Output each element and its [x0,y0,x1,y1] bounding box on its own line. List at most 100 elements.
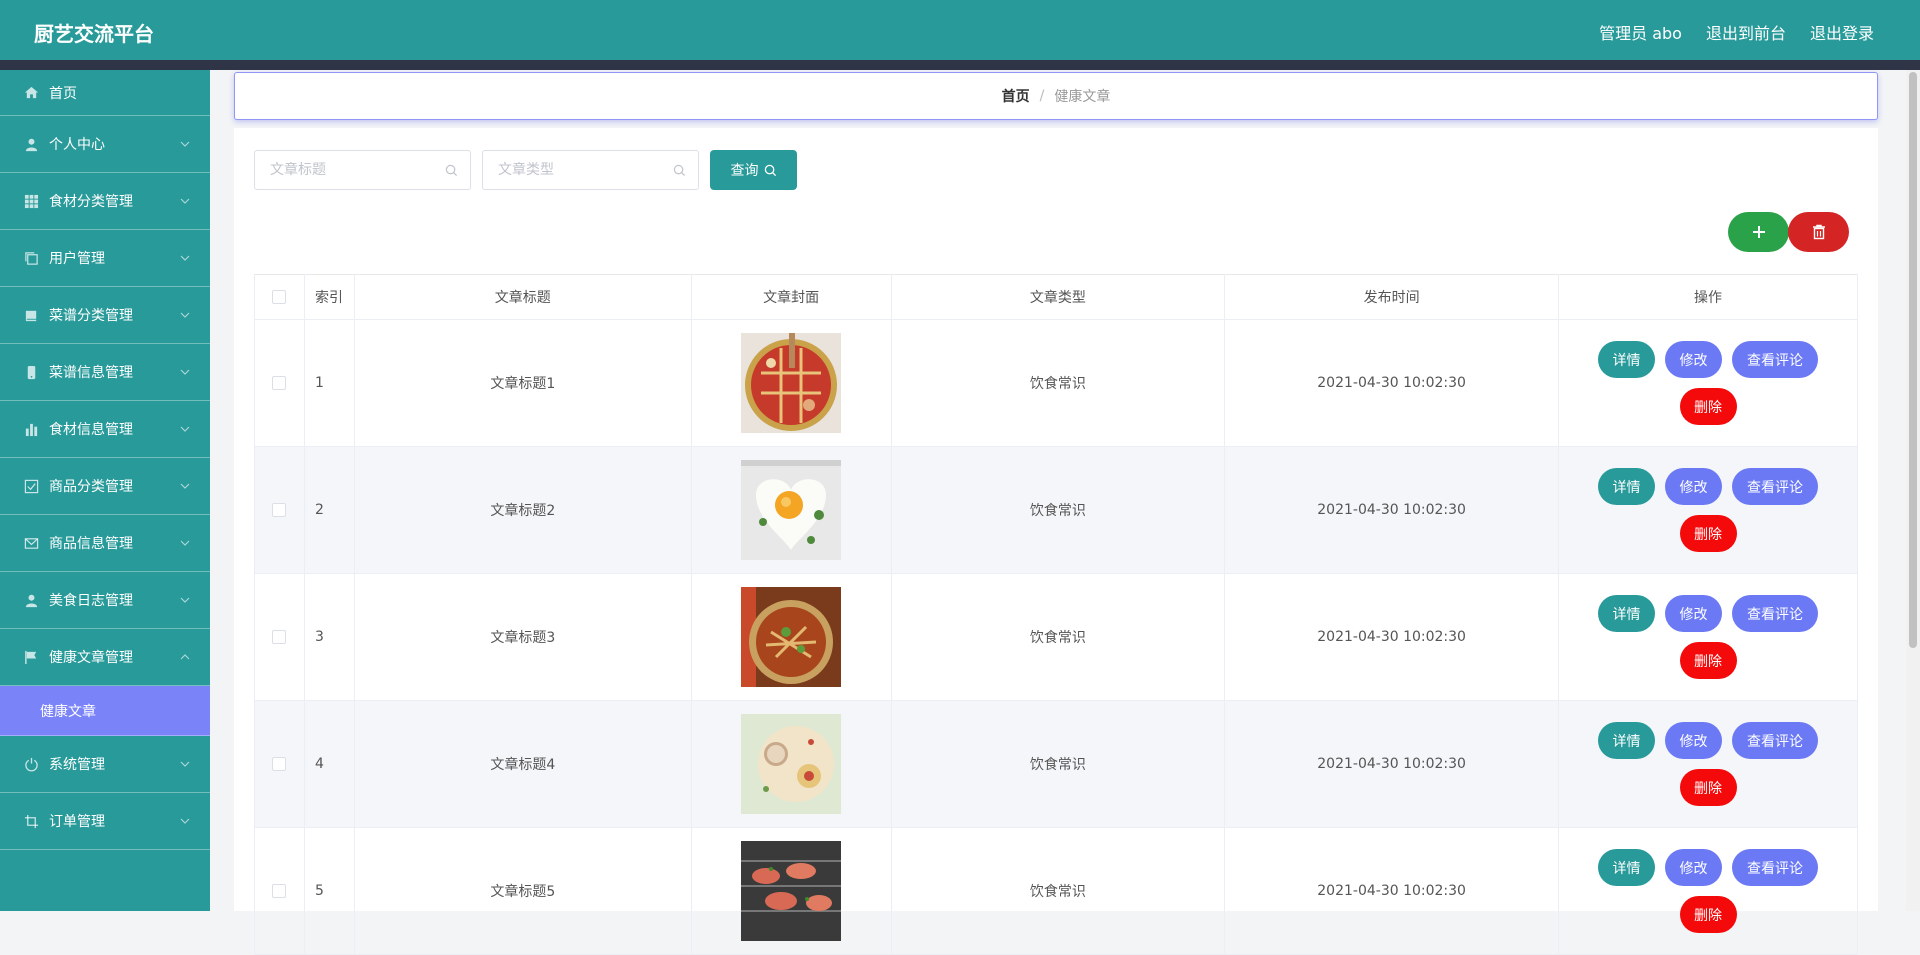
sidebar-item-product-info[interactable]: 商品信息管理 [0,515,210,572]
row-actions: 详情 修改 查看评论 删除 [1558,319,1858,447]
column-header-actions: 操作 [1558,274,1858,320]
page-scrollbar[interactable] [1906,70,1920,911]
chevron-down-icon [180,369,190,375]
sidebar-item-label: 个人中心 [49,137,105,153]
sidebar-item-recipe-category[interactable]: 菜谱分类管理 [0,287,210,344]
edit-button[interactable]: 修改 [1665,849,1722,886]
copy-icon [24,251,39,266]
detail-button[interactable]: 详情 [1598,722,1655,759]
sidebar-item-food-log[interactable]: 美食日志管理 [0,572,210,629]
exit-to-front-link[interactable]: 退出到前台 [1706,20,1786,44]
detail-button[interactable]: 详情 [1598,341,1655,378]
row-index: 1 [303,319,355,447]
sidebar: 首页 个人中心 食材分类管理 用户管理 菜谱分类管理 菜谱信息管理 食材信息管理… [0,70,210,911]
view-comments-button[interactable]: 查看评论 [1732,849,1818,886]
title-search-input[interactable] [270,162,430,178]
edit-button[interactable]: 修改 [1665,722,1722,759]
search-icon [673,164,686,176]
view-comments-button[interactable]: 查看评论 [1732,595,1818,632]
power-icon [24,757,39,772]
row-checkbox[interactable] [272,376,287,390]
row-checkbox[interactable] [272,503,287,517]
table-header-row: 索引 文章标题 文章封面 文章类型 发布时间 操作 [254,274,1858,320]
sidebar-item-recipe-info[interactable]: 菜谱信息管理 [0,344,210,401]
query-button-label: 查询 [730,163,759,179]
delete-button[interactable]: 删除 [1679,769,1737,806]
batch-delete-button[interactable] [1788,212,1849,252]
delete-button[interactable]: 删除 [1679,388,1737,425]
type-search-input[interactable] [498,162,658,178]
row-time: 2021-04-30 10:02:30 [1224,319,1559,447]
brand-title: 厨艺交流平台 [34,22,154,46]
sidebar-item-label: 菜谱信息管理 [49,365,133,381]
row-type: 饮食常识 [890,827,1226,955]
view-comments-button[interactable]: 查看评论 [1732,341,1818,378]
article-cover-image [741,714,842,814]
view-comments-button[interactable]: 查看评论 [1732,722,1818,759]
logout-link[interactable]: 退出登录 [1810,20,1874,44]
sidebar-subitem-health-article[interactable]: 健康文章 [0,686,210,736]
home-icon [24,85,39,100]
edit-button[interactable]: 修改 [1665,468,1722,505]
column-header-title: 文章标题 [353,274,692,320]
breadcrumb-home[interactable]: 首页 [1002,86,1030,106]
top-bar-links: 管理员 abo 退出到前台 退出登录 [1599,20,1874,44]
row-time: 2021-04-30 10:02:30 [1224,446,1559,574]
row-checkbox[interactable] [272,757,287,771]
detail-button[interactable]: 详情 [1598,468,1655,505]
sidebar-item-user-management[interactable]: 用户管理 [0,230,210,287]
select-all-checkbox[interactable] [272,290,287,304]
sidebar-item-home[interactable]: 首页 [0,70,210,116]
delete-button[interactable]: 删除 [1679,896,1737,933]
phone-icon [24,365,39,380]
row-cover-cell [690,573,892,701]
table-row: 4 文章标题4 饮食常识 2021-04-30 10:02:30 详情 修改 查… [254,700,1858,828]
admin-user-label[interactable]: 管理员 abo [1599,20,1682,44]
sidebar-item-ingredient-info[interactable]: 食材信息管理 [0,401,210,458]
row-type: 饮食常识 [890,700,1226,828]
row-actions: 详情 修改 查看评论 删除 [1558,573,1858,701]
delete-button[interactable]: 删除 [1679,642,1737,679]
crop-icon [24,814,39,829]
chevron-up-icon [180,654,190,660]
edit-button[interactable]: 修改 [1665,341,1722,378]
add-button[interactable] [1728,212,1789,252]
article-cover-image [741,841,842,941]
sidebar-item-ingredient-category[interactable]: 食材分类管理 [0,173,210,230]
chevron-down-icon [180,255,190,261]
row-type: 饮食常识 [890,446,1226,574]
row-index: 2 [303,446,355,574]
row-checkbox[interactable] [272,884,287,898]
breadcrumb-current: 健康文章 [1054,89,1111,105]
row-title: 文章标题3 [353,573,692,701]
check-square-icon [24,479,39,494]
row-time: 2021-04-30 10:02:30 [1224,827,1559,955]
sidebar-item-label: 系统管理 [49,757,105,773]
sidebar-item-label: 商品信息管理 [49,536,133,552]
row-title: 文章标题1 [353,319,692,447]
detail-button[interactable]: 详情 [1598,595,1655,632]
row-index: 5 [303,827,355,955]
row-checkbox[interactable] [272,630,287,644]
sidebar-item-health-articles[interactable]: 健康文章管理 [0,629,210,686]
row-actions: 详情 修改 查看评论 删除 [1558,827,1858,955]
sidebar-item-label: 健康文章管理 [49,650,133,666]
sidebar-item-personal-center[interactable]: 个人中心 [0,116,210,173]
view-comments-button[interactable]: 查看评论 [1732,468,1818,505]
row-time: 2021-04-30 10:02:30 [1224,573,1559,701]
detail-button[interactable]: 详情 [1598,849,1655,886]
articles-table: 索引 文章标题 文章封面 文章类型 发布时间 操作 1 文章标题1 饮食常识 2… [254,274,1858,955]
row-time: 2021-04-30 10:02:30 [1224,700,1559,828]
delete-button[interactable]: 删除 [1679,515,1737,552]
scrollbar-thumb[interactable] [1909,72,1917,648]
sidebar-item-orders[interactable]: 订单管理 [0,793,210,850]
article-cover-image [741,333,842,433]
row-select-cell [254,573,305,701]
sidebar-item-product-category[interactable]: 商品分类管理 [0,458,210,515]
mail-icon [24,536,39,551]
chevron-down-icon [180,312,190,318]
sidebar-item-system[interactable]: 系统管理 [0,736,210,793]
table-row: 1 文章标题1 饮食常识 2021-04-30 10:02:30 详情 修改 查… [254,319,1858,447]
edit-button[interactable]: 修改 [1665,595,1722,632]
query-button[interactable]: 查询 [710,150,797,190]
